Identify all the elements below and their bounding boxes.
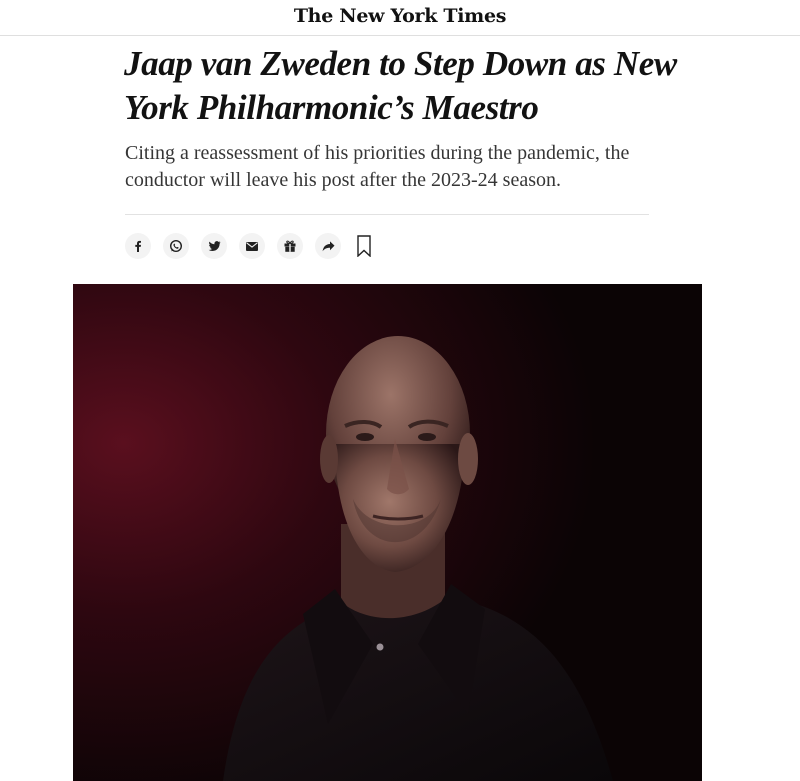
- portrait-photo: [73, 284, 702, 781]
- hero-image: [73, 284, 702, 781]
- save-article-button[interactable]: [354, 233, 374, 259]
- more-share-button[interactable]: [315, 233, 341, 259]
- gift-icon: [284, 240, 296, 252]
- share-toolbar: [125, 233, 374, 259]
- bookmark-icon: [357, 235, 371, 257]
- email-share-button[interactable]: [239, 233, 265, 259]
- facebook-icon: [135, 240, 141, 252]
- header-divider: [125, 214, 649, 215]
- masthead: The New York Times: [0, 0, 800, 36]
- article-summary: Citing a reassessment of his priorities …: [125, 142, 630, 191]
- twitter-icon: [208, 240, 220, 251]
- share-arrow-icon: [322, 240, 334, 251]
- gift-article-button[interactable]: [277, 233, 303, 259]
- whatsapp-share-button[interactable]: [163, 233, 189, 259]
- nyt-logo[interactable]: The New York Times: [0, 5, 800, 27]
- article-headline: Jaap van Zweden to Step Down as New York…: [124, 44, 677, 127]
- email-icon: [246, 241, 258, 251]
- whatsapp-icon: [169, 239, 183, 253]
- twitter-share-button[interactable]: [201, 233, 227, 259]
- facebook-share-button[interactable]: [125, 233, 151, 259]
